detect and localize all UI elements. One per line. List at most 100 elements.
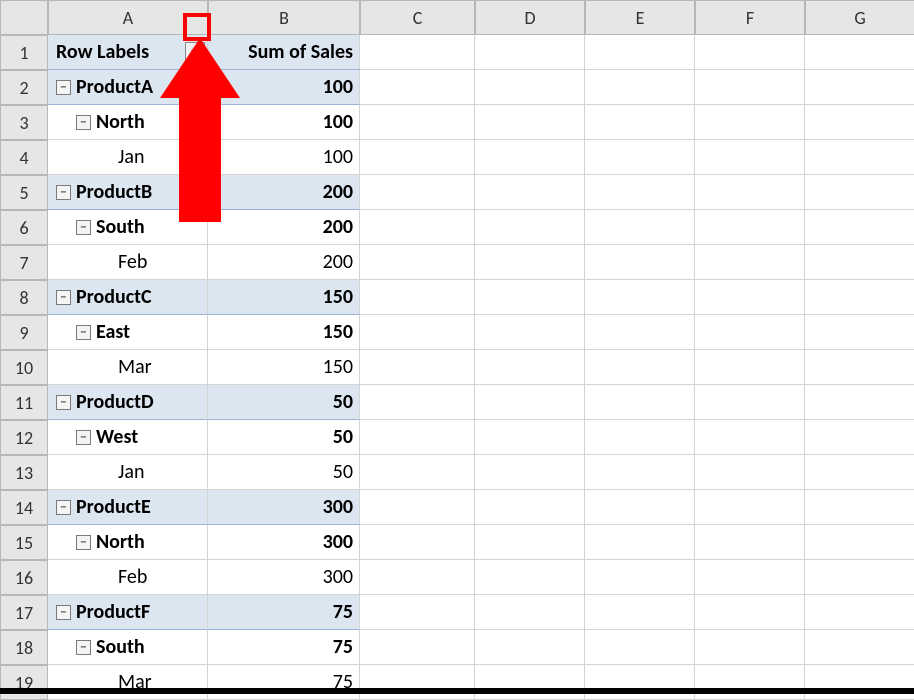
blank-cell[interactable] [805, 420, 914, 455]
blank-cell[interactable] [585, 595, 695, 630]
pivot-label-row-16[interactable]: Feb [48, 560, 208, 595]
blank-cell[interactable] [695, 245, 805, 280]
blank-cell[interactable] [475, 70, 585, 105]
blank-cell[interactable] [475, 595, 585, 630]
col-header-D[interactable]: D [475, 0, 585, 35]
blank-cell[interactable] [360, 665, 475, 700]
blank-cell[interactable] [695, 105, 805, 140]
row-header-16[interactable]: 16 [0, 560, 48, 595]
blank-cell[interactable] [695, 560, 805, 595]
collapse-icon[interactable]: − [76, 115, 91, 130]
row-header-18[interactable]: 18 [0, 630, 48, 665]
blank-cell[interactable] [695, 420, 805, 455]
pivot-value-row-19[interactable]: 75 [208, 665, 360, 700]
blank-cell[interactable] [475, 525, 585, 560]
pivot-label-row-18[interactable]: −South [48, 630, 208, 665]
pivot-label-row-13[interactable]: Jan [48, 455, 208, 490]
blank-cell[interactable] [805, 630, 914, 665]
blank-cell[interactable] [475, 315, 585, 350]
pivot-value-row-10[interactable]: 150 [208, 350, 360, 385]
pivot-value-row-15[interactable]: 300 [208, 525, 360, 560]
collapse-icon[interactable]: − [76, 325, 91, 340]
blank-cell[interactable] [585, 350, 695, 385]
blank-cell[interactable] [585, 560, 695, 595]
pivot-label-row-9[interactable]: −East [48, 315, 208, 350]
blank-cell[interactable] [695, 455, 805, 490]
pivot-label-row-15[interactable]: −North [48, 525, 208, 560]
blank-cell[interactable] [805, 525, 914, 560]
select-all-corner[interactable] [0, 0, 48, 35]
pivot-label-row-10[interactable]: Mar [48, 350, 208, 385]
blank-cell[interactable] [695, 595, 805, 630]
blank-cell[interactable] [585, 385, 695, 420]
collapse-icon[interactable]: − [76, 640, 91, 655]
blank-cell[interactable] [475, 245, 585, 280]
col-header-A[interactable]: A [48, 0, 208, 35]
blank-cell[interactable] [805, 455, 914, 490]
blank-cell[interactable] [695, 385, 805, 420]
pivot-value-row-6[interactable]: 200 [208, 210, 360, 245]
blank-cell[interactable] [360, 630, 475, 665]
pivot-value-row-17[interactable]: 75 [208, 595, 360, 630]
pivot-label-row-5[interactable]: −ProductB [48, 175, 208, 210]
row-header-5[interactable]: 5 [0, 175, 48, 210]
blank-cell[interactable] [585, 105, 695, 140]
blank-cell[interactable] [805, 210, 914, 245]
collapse-icon[interactable]: − [56, 80, 71, 95]
pivot-value-row-7[interactable]: 200 [208, 245, 360, 280]
blank-cell[interactable] [585, 665, 695, 700]
blank-cell[interactable] [360, 315, 475, 350]
pivot-label-row-6[interactable]: −South [48, 210, 208, 245]
blank-cell[interactable] [475, 630, 585, 665]
blank-cell[interactable] [360, 245, 475, 280]
blank-cell[interactable] [360, 35, 475, 70]
pivot-value-row-3[interactable]: 100 [208, 105, 360, 140]
pivot-label-row-8[interactable]: −ProductC [48, 280, 208, 315]
blank-cell[interactable] [805, 665, 914, 700]
blank-cell[interactable] [360, 455, 475, 490]
blank-cell[interactable] [695, 665, 805, 700]
row-header-11[interactable]: 11 [0, 385, 48, 420]
row-header-7[interactable]: 7 [0, 245, 48, 280]
collapse-icon[interactable]: − [56, 185, 71, 200]
pivot-value-row-13[interactable]: 50 [208, 455, 360, 490]
blank-cell[interactable] [585, 140, 695, 175]
pivot-label-row-11[interactable]: −ProductD [48, 385, 208, 420]
col-header-G[interactable]: G [805, 0, 914, 35]
blank-cell[interactable] [475, 455, 585, 490]
pivot-value-row-8[interactable]: 150 [208, 280, 360, 315]
blank-cell[interactable] [585, 630, 695, 665]
collapse-icon[interactable]: − [56, 290, 71, 305]
pivot-value-row-11[interactable]: 50 [208, 385, 360, 420]
blank-cell[interactable] [585, 70, 695, 105]
blank-cell[interactable] [805, 385, 914, 420]
blank-cell[interactable] [695, 175, 805, 210]
blank-cell[interactable] [805, 140, 914, 175]
blank-cell[interactable] [475, 35, 585, 70]
blank-cell[interactable] [585, 420, 695, 455]
row-header-8[interactable]: 8 [0, 280, 48, 315]
pivot-label-row-3[interactable]: −North [48, 105, 208, 140]
row-header-13[interactable]: 13 [0, 455, 48, 490]
blank-cell[interactable] [475, 350, 585, 385]
blank-cell[interactable] [360, 350, 475, 385]
blank-cell[interactable] [695, 210, 805, 245]
col-header-F[interactable]: F [695, 0, 805, 35]
row-header-19[interactable]: 19 [0, 665, 48, 700]
blank-cell[interactable] [695, 140, 805, 175]
blank-cell[interactable] [360, 595, 475, 630]
blank-cell[interactable] [695, 525, 805, 560]
blank-cell[interactable] [805, 560, 914, 595]
row-header-6[interactable]: 6 [0, 210, 48, 245]
blank-cell[interactable] [585, 525, 695, 560]
pivot-value-row-4[interactable]: 100 [208, 140, 360, 175]
pivot-header-rowlabels[interactable]: Row Labels [48, 35, 208, 70]
blank-cell[interactable] [360, 420, 475, 455]
col-header-E[interactable]: E [585, 0, 695, 35]
blank-cell[interactable] [475, 140, 585, 175]
blank-cell[interactable] [475, 105, 585, 140]
pivot-value-row-18[interactable]: 75 [208, 630, 360, 665]
blank-cell[interactable] [360, 385, 475, 420]
blank-cell[interactable] [360, 140, 475, 175]
blank-cell[interactable] [475, 665, 585, 700]
